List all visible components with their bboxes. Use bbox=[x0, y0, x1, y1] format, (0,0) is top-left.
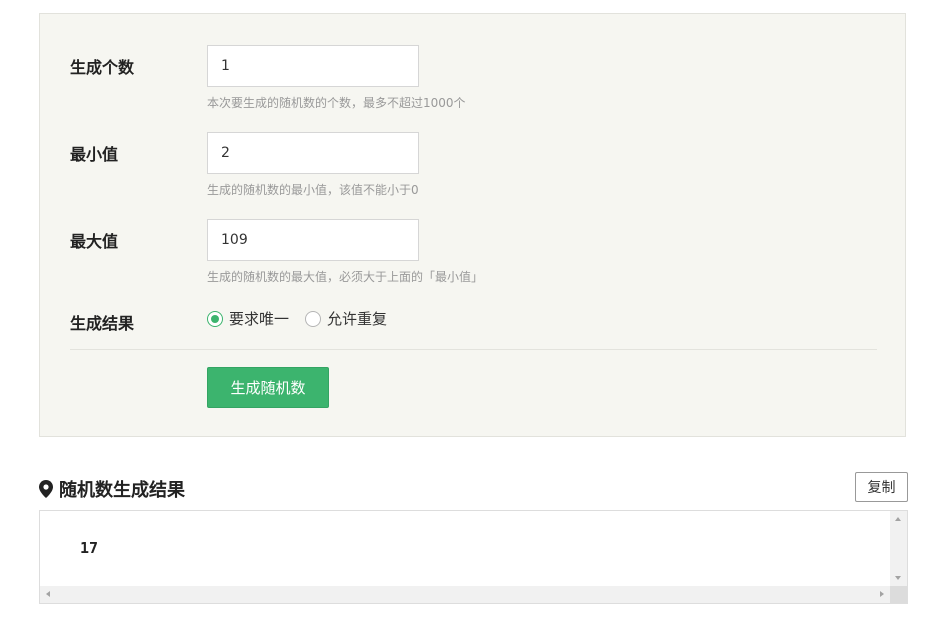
generate-button[interactable]: 生成随机数 bbox=[207, 367, 329, 408]
radio-allow-duplicate-label: 允许重复 bbox=[327, 310, 388, 328]
count-input[interactable] bbox=[207, 45, 419, 87]
scroll-down-icon[interactable] bbox=[895, 576, 901, 580]
map-marker-icon bbox=[39, 480, 53, 498]
copy-button[interactable]: 复制 bbox=[855, 472, 908, 502]
radio-unchecked-icon[interactable] bbox=[305, 310, 322, 327]
scrollbar-corner bbox=[890, 586, 907, 603]
count-label: 生成个数 bbox=[70, 58, 135, 77]
result-mode-radio-group: 要求唯一 允许重复 bbox=[207, 308, 403, 329]
form-divider bbox=[70, 349, 877, 350]
max-hint: 生成的随机数的最大值，必须大于上面的「最小值」 bbox=[207, 270, 484, 284]
generator-form-panel: 生成个数 本次要生成的随机数的个数，最多不超过1000个 最小值 生成的随机数的… bbox=[39, 13, 906, 437]
vertical-scrollbar[interactable] bbox=[890, 511, 907, 586]
result-title: 随机数生成结果 bbox=[59, 480, 185, 501]
min-input[interactable] bbox=[207, 132, 419, 174]
scroll-up-icon[interactable] bbox=[895, 517, 901, 521]
count-hint: 本次要生成的随机数的个数，最多不超过1000个 bbox=[207, 96, 466, 110]
horizontal-scrollbar[interactable] bbox=[40, 586, 890, 603]
result-header: 随机数生成结果 bbox=[39, 476, 185, 502]
max-input[interactable] bbox=[207, 219, 419, 261]
radio-unique[interactable]: 要求唯一 bbox=[207, 308, 289, 329]
radio-allow-duplicate[interactable]: 允许重复 bbox=[305, 308, 387, 329]
max-label: 最大值 bbox=[70, 232, 119, 251]
min-label: 最小值 bbox=[70, 145, 119, 164]
result-output[interactable]: 17 bbox=[39, 510, 908, 604]
result-value: 17 bbox=[80, 539, 99, 557]
radio-checked-icon[interactable] bbox=[207, 310, 223, 327]
scroll-left-icon[interactable] bbox=[46, 591, 50, 597]
scroll-right-icon[interactable] bbox=[880, 591, 884, 597]
radio-unique-label: 要求唯一 bbox=[229, 310, 290, 328]
min-hint: 生成的随机数的最小值，该值不能小于0 bbox=[207, 183, 419, 197]
result-mode-label: 生成结果 bbox=[70, 314, 135, 333]
